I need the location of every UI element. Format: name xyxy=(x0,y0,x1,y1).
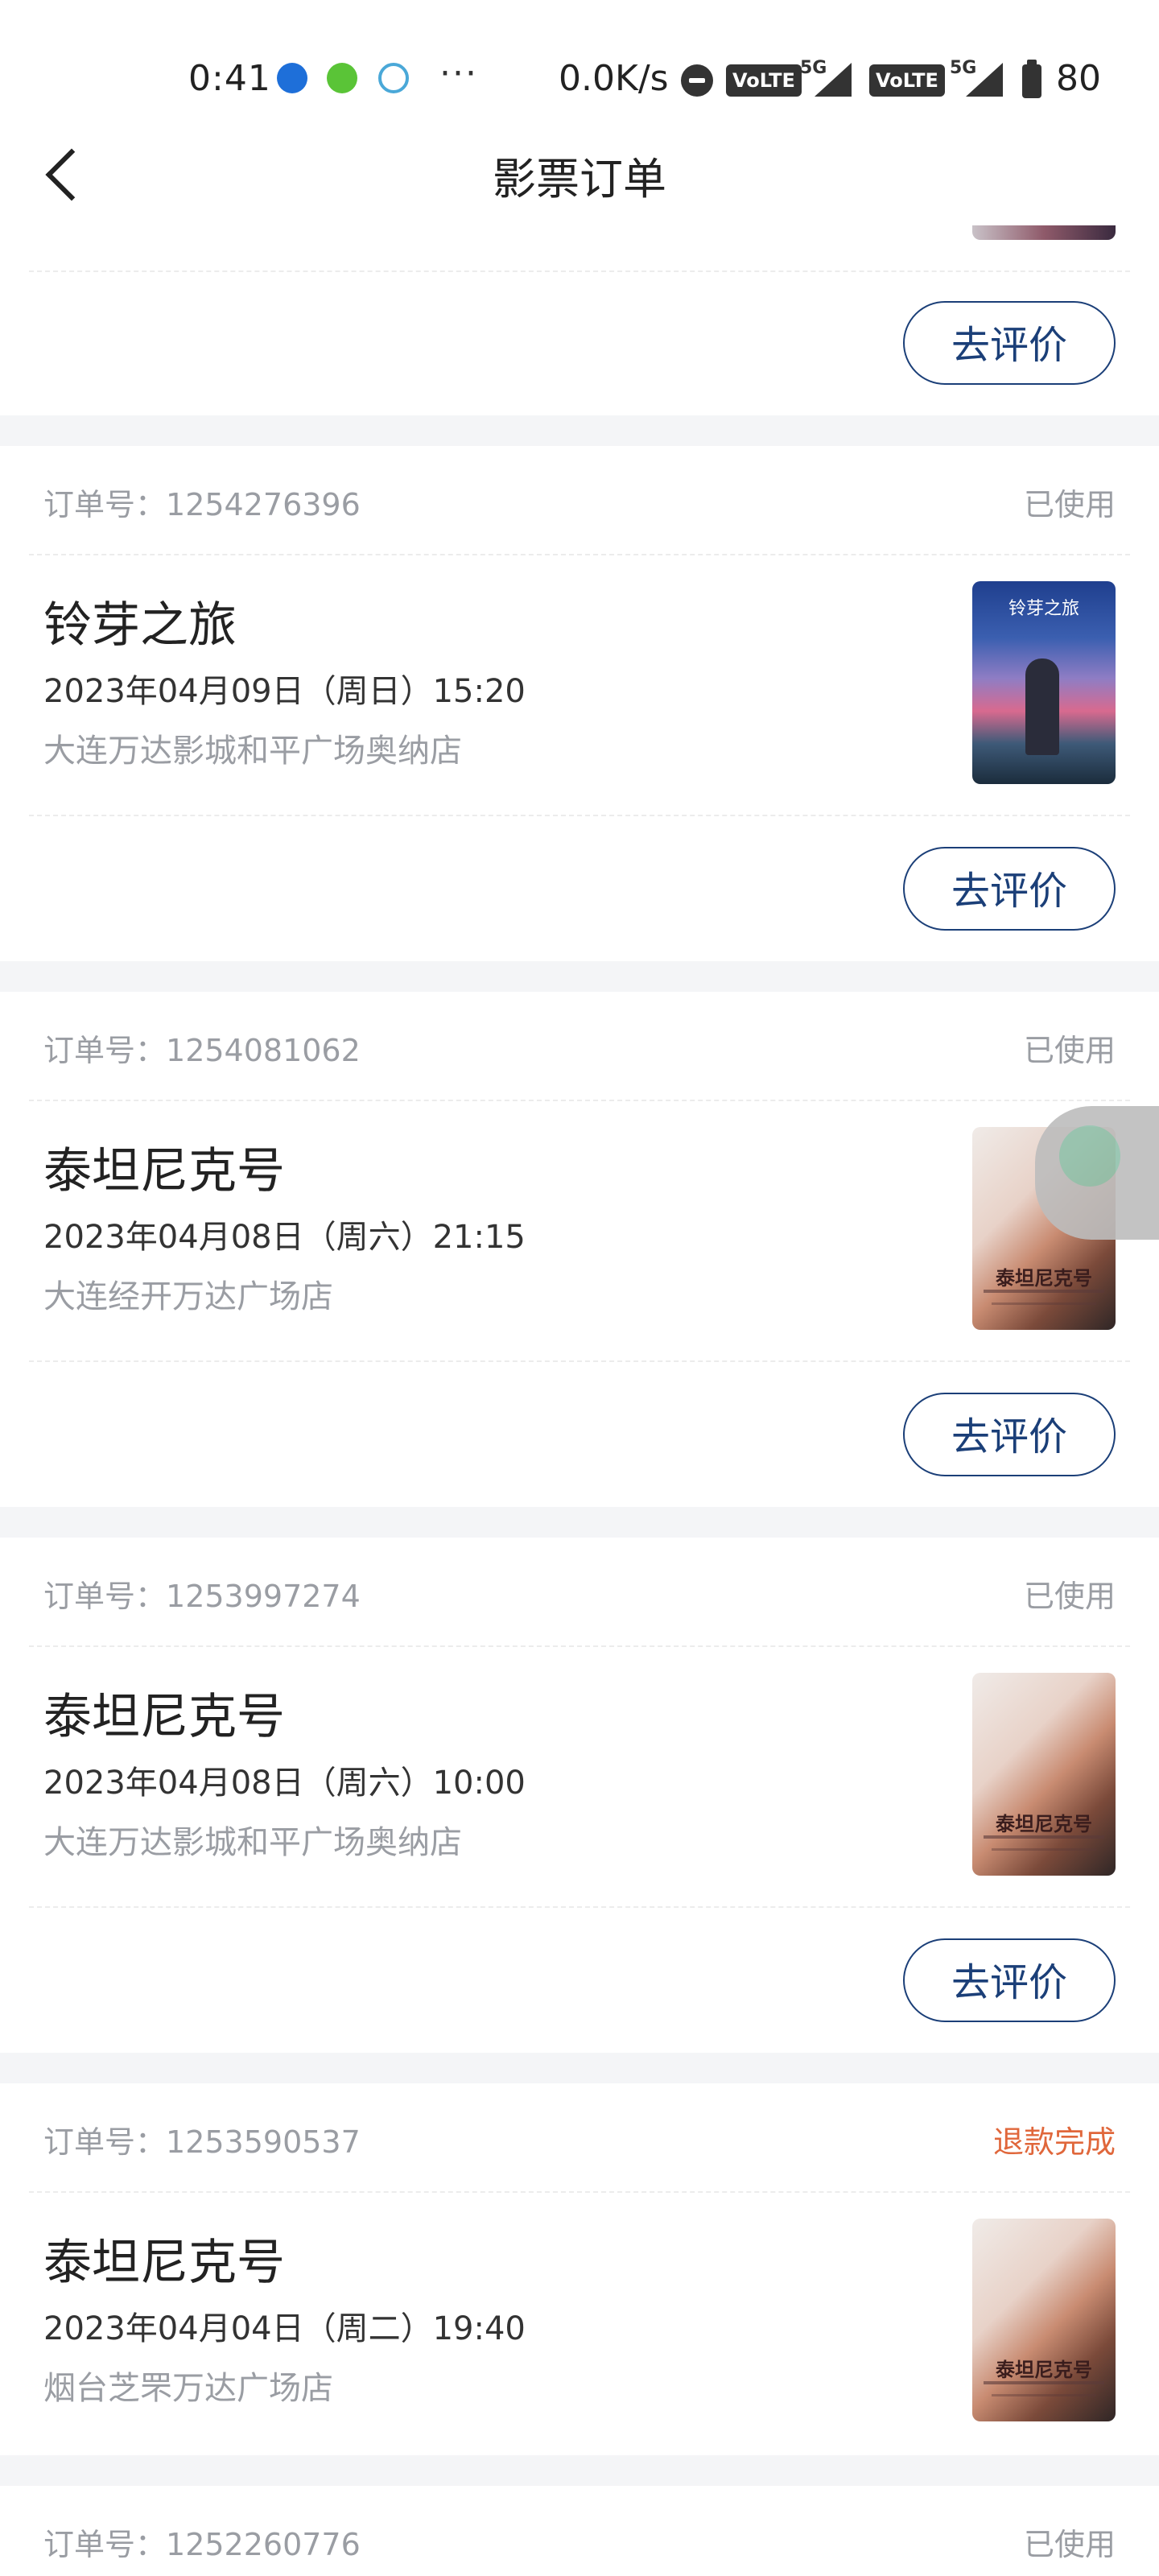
poster-image[interactable] xyxy=(972,225,1116,240)
review-button[interactable]: 去评价 xyxy=(903,1938,1116,2022)
poster-image[interactable]: 泰坦尼克号 xyxy=(972,1673,1116,1876)
floating-assistant-tab[interactable] xyxy=(1035,1106,1159,1240)
app-notification-icon xyxy=(378,63,409,93)
film-title: 泰坦尼克号 xyxy=(43,1143,285,1199)
order-number: 订单号：1253590537 xyxy=(43,2124,361,2160)
showtime: 2023年04月08日（周六）21:15 xyxy=(43,1219,526,1256)
divider xyxy=(29,1645,1130,1647)
cinema-name: 大连万达影城和平广场奥纳店 xyxy=(43,1824,462,1861)
poster-strip xyxy=(984,1835,1104,1839)
order-number: 订单号：1254081062 xyxy=(43,1033,361,1068)
divider xyxy=(29,1100,1130,1101)
shield-app-icon xyxy=(277,63,307,93)
order-card-partial: 去评价 xyxy=(0,225,1159,415)
poster-strip xyxy=(984,2381,1104,2384)
more-notifications-icon: ··· xyxy=(439,53,478,94)
order-number: 订单号：1252260776 xyxy=(43,2527,361,2562)
order-status: 退款完成 xyxy=(992,2124,1116,2160)
order-card[interactable]: 订单号：1253997274 已使用 泰坦尼克号 2023年04月08日（周六）… xyxy=(0,1538,1159,2053)
poster-strip xyxy=(992,2394,1096,2396)
review-button[interactable]: 去评价 xyxy=(903,1393,1116,1476)
order-status: 已使用 xyxy=(1023,2527,1116,2562)
battery-icon xyxy=(1022,60,1041,98)
order-status: 已使用 xyxy=(1023,1579,1116,1614)
showtime: 2023年04月09日（周日）15:20 xyxy=(43,673,526,710)
network-speed: 0.0K/s xyxy=(559,58,669,99)
battery-level: 80 xyxy=(1056,58,1101,99)
poster-title: 泰坦尼克号 xyxy=(996,1812,1092,1835)
order-number: 订单号：1253997274 xyxy=(43,1579,361,1614)
poster-strip xyxy=(984,1290,1104,1293)
nav-bar: 影票订单 xyxy=(0,121,1159,225)
poster-strip xyxy=(992,1302,1096,1305)
divider xyxy=(29,554,1130,555)
divider xyxy=(29,1906,1130,1908)
poster-image[interactable]: 铃芽之旅 xyxy=(972,581,1116,784)
volte-icon: VoLTE xyxy=(726,64,802,97)
status-time: 0:41 xyxy=(188,58,271,99)
order-card[interactable]: 订单号：1254081062 已使用 泰坦尼克号 2023年04月08日（周六）… xyxy=(0,992,1159,1507)
status-bar: 0:41 ··· 0.0K/s VoLTE 5G VoLTE 5G 80 xyxy=(0,0,1159,121)
showtime: 2023年04月08日（周六）10:00 xyxy=(43,1765,526,1802)
poster-title: 铃芽之旅 xyxy=(1008,599,1079,619)
cinema-name: 大连万达影城和平广场奥纳店 xyxy=(43,733,462,770)
wechat-icon xyxy=(327,63,357,93)
poster-figure xyxy=(1025,658,1059,755)
order-status: 已使用 xyxy=(1023,487,1116,522)
order-number: 订单号：1254276396 xyxy=(43,487,361,522)
film-title: 铃芽之旅 xyxy=(43,597,237,654)
film-title: 泰坦尼克号 xyxy=(43,1689,285,1745)
poster-title: 泰坦尼克号 xyxy=(996,1266,1092,1290)
cinema-name: 大连经开万达广场店 xyxy=(43,1278,333,1315)
divider xyxy=(29,270,1130,272)
review-button[interactable]: 去评价 xyxy=(903,847,1116,931)
signal-icon-2 xyxy=(966,63,1003,97)
order-card[interactable]: 订单号：1252260776 已使用 xyxy=(0,2486,1159,2576)
volte-icon-2: VoLTE xyxy=(869,64,945,97)
poster-strip xyxy=(992,1848,1096,1851)
showtime: 2023年04月04日（周二）19:40 xyxy=(43,2310,526,2347)
order-card[interactable]: 订单号：1254276396 已使用 铃芽之旅 2023年04月09日（周日）1… xyxy=(0,446,1159,961)
divider xyxy=(29,1360,1130,1362)
signal-icon xyxy=(815,63,852,97)
poster-image[interactable]: 泰坦尼克号 xyxy=(972,2219,1116,2421)
film-title: 泰坦尼克号 xyxy=(43,2235,285,2291)
poster-title: 泰坦尼克号 xyxy=(996,2358,1092,2381)
divider xyxy=(29,815,1130,816)
cinema-name: 烟台芝罘万达广场店 xyxy=(43,2370,333,2407)
review-button[interactable]: 去评价 xyxy=(903,301,1116,385)
order-status: 已使用 xyxy=(1023,1033,1116,1068)
do-not-disturb-icon xyxy=(681,64,713,97)
order-card[interactable]: 订单号：1253590537 退款完成 泰坦尼克号 2023年04月04日（周二… xyxy=(0,2083,1159,2455)
page-title: 影票订单 xyxy=(493,154,666,204)
divider xyxy=(29,2191,1130,2193)
